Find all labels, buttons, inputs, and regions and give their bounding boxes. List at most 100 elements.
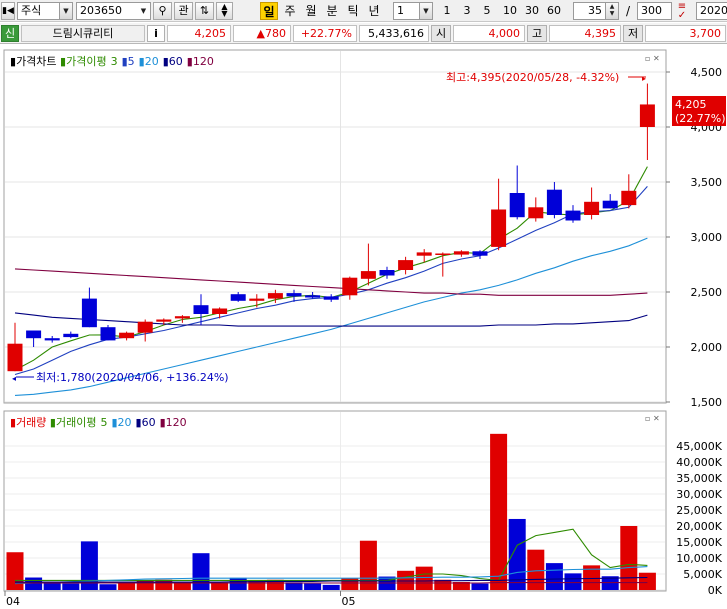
candle-body <box>174 316 190 319</box>
chevron-down-icon[interactable]: ▼ <box>419 3 432 19</box>
price-legend-title: 가격차트 <box>16 55 56 68</box>
volume-panel-controls-icon[interactable]: ▫ ✕ <box>645 414 660 423</box>
toolbar-divider <box>238 2 248 20</box>
candle-body <box>156 319 172 322</box>
date-toggle-icon[interactable]: ≡ ✓ <box>675 2 689 21</box>
price-tick-label: 4,500 <box>691 66 723 79</box>
price-panel-controls-icon[interactable]: ▫ ✕ <box>645 54 660 63</box>
low-annotation: 최저:1,780(2020/04/06, +136.24%) <box>36 371 229 384</box>
swap-button[interactable]: ⇅ <box>195 2 214 20</box>
period-week-label: 주 <box>284 4 296 18</box>
display-count-spinner[interactable]: 35 ▲ ▼ <box>573 2 619 20</box>
high-price-text: 4,395 <box>584 27 617 40</box>
chevron-down-icon[interactable]: ▼ <box>59 3 72 19</box>
period-day-label: 일 <box>263 5 275 19</box>
legend-marker: ▮ <box>57 55 67 68</box>
stock-code-value: 203650 <box>80 4 122 17</box>
volume-bar <box>6 552 24 590</box>
period-week[interactable]: 주 <box>281 2 299 20</box>
volume-bar <box>118 582 136 590</box>
count-separator-text: / <box>625 4 631 18</box>
candle-body <box>26 330 42 339</box>
trade-volume-text: 5,433,616 <box>368 27 424 40</box>
candle-body <box>249 298 265 301</box>
interval-preset-30[interactable]: 30 <box>522 2 542 20</box>
prev-next-stepper[interactable]: ▲ ▼ <box>216 2 233 20</box>
low-price-text: 3,700 <box>689 27 722 40</box>
search-icon: ⚲ <box>158 4 167 17</box>
price-tick-label: 1,500 <box>691 396 723 409</box>
period-day-chip[interactable]: 일 <box>260 2 278 20</box>
volume-bar <box>564 573 582 590</box>
price-ma-legend-label: 가격이평 <box>66 55 106 68</box>
volume-tick-label: 15,000K <box>676 536 722 549</box>
volume-bar <box>527 549 545 590</box>
candle-body <box>81 298 97 328</box>
count-separator: / <box>622 2 634 20</box>
interval-preset-3[interactable]: 3 <box>459 2 475 20</box>
chevron-down-icon[interactable]: ▼ <box>137 3 150 19</box>
price-ma5-legend: 5 <box>128 55 135 68</box>
period-month-label: 월 <box>305 4 317 18</box>
price-ma3-legend: 3 <box>111 55 118 68</box>
credit-badge: 신 <box>1 25 19 42</box>
info-button[interactable]: i <box>147 25 165 42</box>
market-select[interactable]: 주식 ▼ <box>17 2 73 20</box>
arrow-left-icon: ◂ <box>12 374 16 383</box>
volume-bar <box>25 577 43 590</box>
interest-button[interactable]: 관 <box>174 2 193 20</box>
volume-ma-legend-label: 거래이평 <box>56 416 96 429</box>
volume-bar <box>192 553 210 590</box>
price-ma120-legend: 120 <box>193 55 214 68</box>
candle-body <box>509 193 525 218</box>
current-price: 4,205 <box>167 25 231 42</box>
volume-ma5-legend: 5 <box>100 416 107 429</box>
period-minute[interactable]: 분 <box>323 2 341 20</box>
candle-body <box>100 327 116 341</box>
volume-bar <box>62 583 80 590</box>
volume-bar <box>229 577 247 590</box>
candle-body <box>323 296 339 300</box>
spinner-arrows-icon[interactable]: ▲ ▼ <box>605 3 618 19</box>
period-year[interactable]: 년 <box>365 2 383 20</box>
volume-tick-label: 30,000K <box>676 488 722 501</box>
period-month[interactable]: 월 <box>302 2 320 20</box>
period-tick-label: 틱 <box>347 4 359 18</box>
search-button[interactable]: ⚲ <box>153 2 172 20</box>
stock-name-text: 드림시큐리티 <box>52 27 114 40</box>
trade-volume: 5,433,616 <box>359 25 429 42</box>
candle-body <box>602 200 618 209</box>
low-label: 저 <box>623 25 643 42</box>
interval-preset-5[interactable]: 5 <box>479 2 495 20</box>
candle-body <box>212 308 228 314</box>
volume-legend-title: 거래량 <box>16 416 46 429</box>
open-price: 4,000 <box>453 25 525 42</box>
volume-bar <box>545 563 563 590</box>
volume-bar <box>638 572 656 590</box>
interval-preset-60[interactable]: 60 <box>544 2 564 20</box>
open-label: 시 <box>431 25 451 42</box>
interval-preset-10[interactable]: 10 <box>500 2 520 20</box>
swap-icon: ⇅ <box>199 4 210 17</box>
candle-body <box>416 252 432 256</box>
stock-chart[interactable]: 4,5004,0003,5003,0002,5002,0001,50045,00… <box>0 44 727 609</box>
quote-bar: 신 드림시큐리티 i 4,205 ▲780 +22.77% 5,433,616 … <box>0 23 727 44</box>
period-minute-label: 분 <box>326 4 338 18</box>
market-select-value: 주식 <box>21 4 42 17</box>
candle-body <box>342 277 358 296</box>
volume-tick-label: 35,000K <box>676 472 722 485</box>
period-tick[interactable]: 틱 <box>344 2 362 20</box>
volume-bar <box>620 526 638 590</box>
high-annotation: 최고:4,395(2020/05/28, -4.32%) <box>446 71 619 84</box>
interval-select[interactable]: 1 ▼ <box>393 2 433 20</box>
high-price: 4,395 <box>549 25 621 42</box>
candle-body <box>137 321 153 333</box>
change-percent: +22.77% <box>293 25 357 42</box>
interval-preset-1[interactable]: 1 <box>439 2 455 20</box>
volume-tick-label: 5,000K <box>683 568 722 581</box>
date-input[interactable]: 2020 <box>696 2 727 20</box>
stock-code-input[interactable]: 203650 ▼ <box>76 2 151 20</box>
price-tick-label: 3,000 <box>691 231 723 244</box>
total-count-input[interactable]: 300 <box>637 2 672 20</box>
menu-toggle-icon[interactable]: ▮◀ <box>1 2 15 20</box>
